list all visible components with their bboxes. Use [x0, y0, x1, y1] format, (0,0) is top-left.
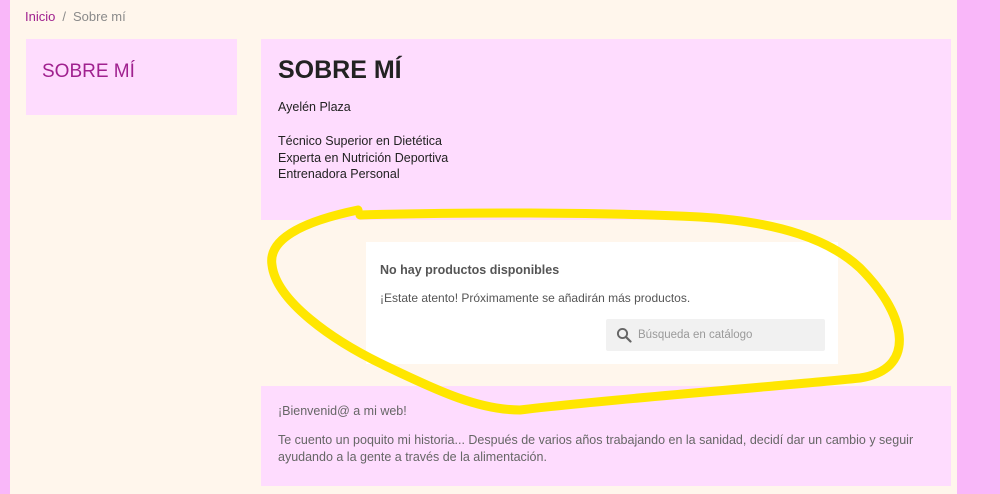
catalog-search[interactable]: [606, 319, 825, 351]
sidebar-title: SOBRE MÍ: [42, 61, 135, 82]
about-panel: SOBRE MÍ Ayelén Plaza Técnico Superior e…: [261, 39, 951, 220]
welcome-text: Te cuento un poquito mi historia... Desp…: [278, 433, 914, 464]
breadcrumb-home-link[interactable]: Inicio: [25, 9, 55, 24]
search-input[interactable]: [638, 319, 818, 351]
breadcrumb-current: Sobre mí: [72, 9, 126, 24]
page-title: SOBRE MÍ: [278, 56, 402, 84]
products-empty-title: No hay productos disponibles: [380, 263, 560, 277]
author-name: Ayelén Plaza: [278, 100, 351, 114]
products-panel: No hay productos disponibles ¡Estate ate…: [366, 242, 838, 364]
roles-list: Técnico Superior en Dietética Experta en…: [278, 133, 448, 183]
role-item: Experta en Nutrición Deportiva: [278, 150, 449, 165]
breadcrumb: Inicio / Sobre mí: [25, 9, 126, 24]
products-empty-note: ¡Estate atento! Próximamente se añadirán…: [380, 291, 691, 305]
page-container: Inicio / Sobre mí SOBRE MÍ SOBRE MÍ Ayelén…: [10, 0, 957, 494]
role-item: Técnico Superior en Dietética: [278, 134, 442, 148]
sidebar-panel: SOBRE MÍ: [26, 39, 237, 115]
welcome-panel: ¡Bienvenid@ a mi web! Te cuento un poqui…: [261, 386, 951, 486]
search-icon[interactable]: [616, 327, 632, 343]
role-item: Entrenadora Personal: [278, 167, 400, 181]
breadcrumb-separator: /: [62, 9, 66, 24]
welcome-title: ¡Bienvenid@ a mi web!: [278, 404, 407, 418]
